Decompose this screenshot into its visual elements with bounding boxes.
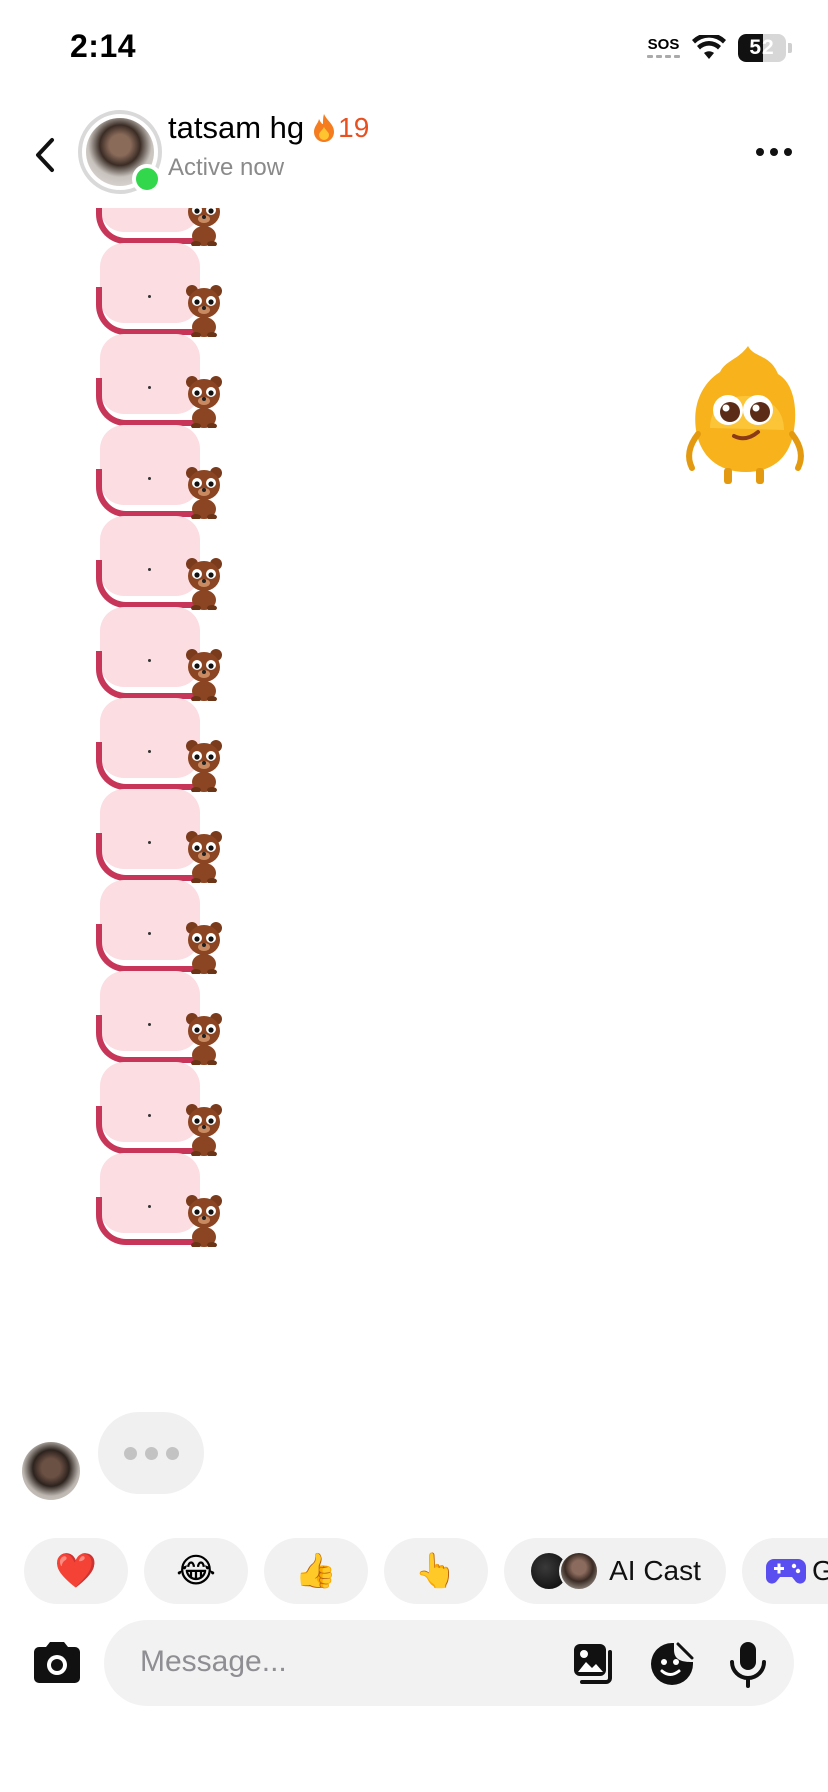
contact-avatar[interactable] xyxy=(78,110,162,194)
bear-tongue-sticker[interactable] xyxy=(92,334,228,438)
more-options-icon[interactable] xyxy=(756,148,792,156)
bear-tongue-sticker[interactable] xyxy=(92,789,228,893)
bear-icon xyxy=(184,463,224,520)
back-arrow-icon[interactable] xyxy=(26,130,66,180)
quick-reply-bar[interactable]: ❤️ 😂 👍 👆 AI Cast G xyxy=(0,1538,828,1604)
bear-tongue-sticker[interactable] xyxy=(92,1062,228,1166)
streak-count: 19 xyxy=(338,112,370,143)
bear-tongue-sticker[interactable] xyxy=(92,1153,228,1257)
flame-mascot-sticker[interactable] xyxy=(680,338,810,488)
bear-tongue-sticker[interactable] xyxy=(92,425,228,529)
status-bar: 2:14 SOS 52 xyxy=(0,0,828,100)
status-time: 2:14 xyxy=(70,28,137,64)
streak-badge: 19 xyxy=(312,112,369,144)
bear-icon xyxy=(184,281,224,338)
bear-icon xyxy=(184,736,224,793)
microphone-icon[interactable] xyxy=(724,1640,772,1688)
bear-icon xyxy=(184,645,224,702)
bear-icon xyxy=(184,208,224,247)
camera-icon[interactable] xyxy=(30,1640,84,1686)
bear-tongue-sticker[interactable] xyxy=(92,880,228,984)
bear-icon xyxy=(184,554,224,611)
contact-name-row[interactable]: tatsam hg 19 xyxy=(168,110,369,146)
bear-tongue-sticker[interactable] xyxy=(92,516,228,620)
status-indicators: SOS 52 xyxy=(647,34,792,62)
ai-cast-label: AI Cast xyxy=(609,1555,701,1586)
bear-icon xyxy=(184,1191,224,1248)
battery-percent: 52 xyxy=(749,36,775,59)
bear-tongue-sticker[interactable] xyxy=(92,698,228,802)
typing-avatar[interactable] xyxy=(22,1442,80,1500)
typing-indicator-row xyxy=(0,1412,828,1520)
gallery-icon[interactable] xyxy=(570,1640,618,1688)
typing-indicator xyxy=(98,1412,204,1494)
ai-cast-button[interactable]: AI Cast xyxy=(504,1538,726,1604)
bear-icon xyxy=(184,1100,224,1157)
bear-icon xyxy=(184,372,224,429)
gamepad-icon xyxy=(766,1559,806,1584)
games-label: G xyxy=(812,1555,828,1586)
quick-reply-heart[interactable]: ❤️ xyxy=(24,1538,128,1604)
message-list[interactable] xyxy=(0,208,828,1508)
bear-tongue-sticker[interactable] xyxy=(92,971,228,1075)
quick-reply-thumbs-up[interactable]: 👍 xyxy=(264,1538,368,1604)
bear-tongue-sticker[interactable] xyxy=(92,607,228,711)
games-button[interactable]: G xyxy=(742,1538,828,1604)
sos-indicator: SOS xyxy=(647,37,680,58)
fire-icon xyxy=(314,114,335,142)
chat-header: tatsam hg 19 Active now xyxy=(0,100,828,210)
quick-reply-laugh[interactable]: 😂 xyxy=(144,1538,248,1604)
message-input-container[interactable] xyxy=(104,1620,794,1706)
ai-cast-avatars xyxy=(529,1551,600,1591)
bear-icon xyxy=(184,827,224,884)
bear-icon xyxy=(184,1009,224,1066)
contact-name: tatsam hg xyxy=(168,110,305,145)
bear-tongue-sticker[interactable] xyxy=(92,243,228,347)
quick-reply-point-up[interactable]: 👆 xyxy=(384,1538,488,1604)
online-indicator xyxy=(132,164,162,194)
wifi-icon xyxy=(692,35,726,59)
bear-icon xyxy=(184,918,224,975)
battery-indicator: 52 xyxy=(738,34,792,62)
sticker-icon[interactable] xyxy=(648,1640,696,1688)
message-input[interactable] xyxy=(140,1642,520,1682)
composer xyxy=(0,1620,828,1706)
active-status: Active now xyxy=(168,154,285,181)
